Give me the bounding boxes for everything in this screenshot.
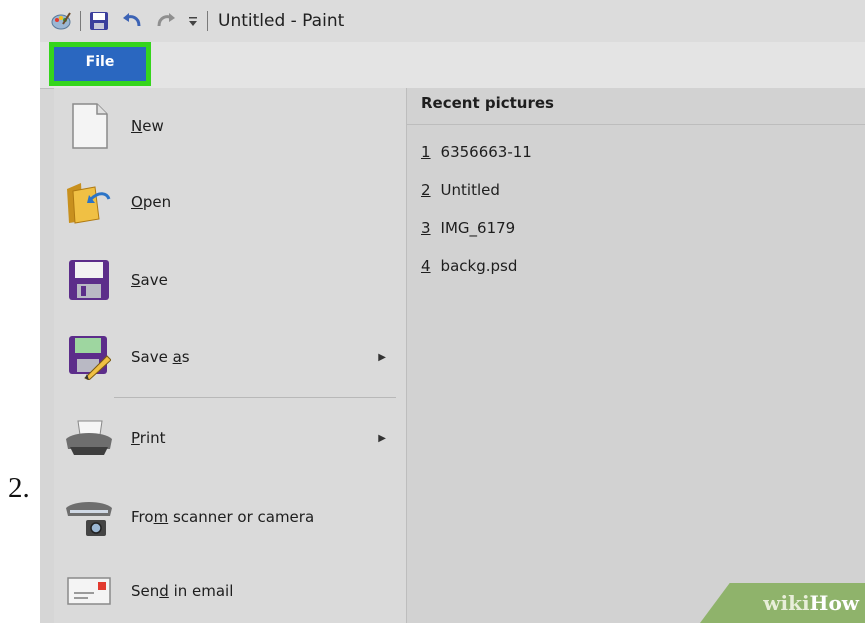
- menu-label-send-email: Send in email: [131, 582, 234, 600]
- redo-icon[interactable]: [155, 11, 177, 31]
- recent-item[interactable]: 1 6356663-11: [421, 143, 532, 161]
- email-icon: [64, 566, 114, 616]
- submenu-arrow-icon: ▶: [378, 351, 386, 363]
- file-menu: New Open Save Save as ▶ Print ▶ From sca…: [54, 88, 406, 623]
- menu-item-scanner[interactable]: From scanner or camera: [54, 479, 406, 555]
- menu-item-open[interactable]: Open: [54, 164, 406, 240]
- customize-dropdown-icon[interactable]: [187, 14, 199, 28]
- recent-pictures-panel: Recent pictures 1 6356663-11 2 Untitled 3I…: [407, 88, 865, 623]
- recent-item[interactable]: 2 Untitled: [421, 181, 500, 199]
- save-disk-icon: [64, 255, 114, 305]
- paint-app-icon[interactable]: [50, 10, 72, 32]
- save-icon[interactable]: [89, 11, 109, 31]
- menu-item-save[interactable]: Save: [54, 242, 406, 318]
- title-bar: Untitled - Paint: [40, 0, 865, 43]
- toolbar-separator: [207, 11, 208, 31]
- menu-item-send-email[interactable]: Send in email: [54, 553, 406, 623]
- save-as-icon: [64, 332, 114, 382]
- recent-header-divider: [407, 124, 865, 125]
- undo-icon[interactable]: [121, 11, 143, 31]
- recent-item[interactable]: 4 backg.psd: [421, 257, 517, 275]
- wikihow-watermark: wiki How: [700, 583, 865, 623]
- menu-divider: [114, 397, 396, 398]
- menu-label-save: Save: [131, 271, 168, 289]
- open-folder-icon: [64, 177, 114, 227]
- file-tab[interactable]: File: [49, 42, 151, 86]
- submenu-arrow-icon: ▶: [378, 432, 386, 444]
- menu-label-new: New: [131, 117, 164, 135]
- menu-label-save-as: Save as: [131, 348, 190, 366]
- step-number: 2.: [8, 472, 30, 504]
- printer-icon: [64, 413, 114, 463]
- toolbar-separator: [80, 11, 81, 31]
- ribbon-tab-row: [40, 42, 865, 89]
- menu-label-open: Open: [131, 193, 172, 211]
- menu-label-scanner: From scanner or camera: [131, 508, 315, 526]
- menu-item-save-as[interactable]: Save as ▶: [54, 319, 406, 395]
- menu-label-print: Print: [131, 429, 166, 447]
- window-title: Untitled - Paint: [218, 11, 345, 31]
- menu-item-new[interactable]: New: [54, 88, 406, 164]
- new-file-icon: [64, 101, 114, 151]
- paint-window: Untitled - Paint File New Open Save Save…: [40, 0, 865, 623]
- recent-pictures-header: Recent pictures: [421, 94, 554, 112]
- scanner-icon: [64, 492, 114, 542]
- menu-item-print[interactable]: Print ▶: [54, 400, 406, 476]
- recent-item[interactable]: 3 IMG_6179: [421, 219, 515, 237]
